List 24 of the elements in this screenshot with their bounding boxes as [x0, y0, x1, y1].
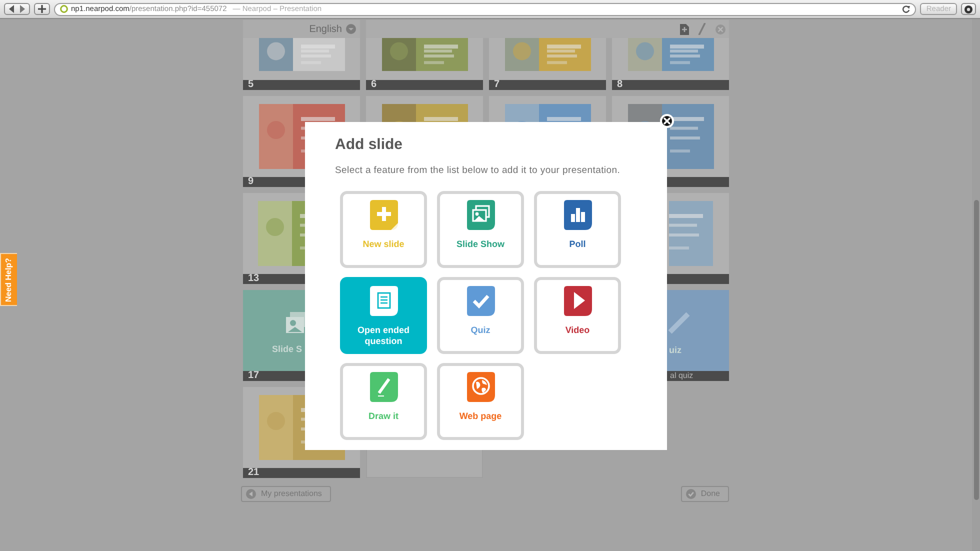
slide-number: 8 [617, 80, 623, 90]
feature-tile[interactable]: Poll [534, 191, 621, 268]
slide-number: 5 [248, 80, 254, 90]
slide-caption: al quiz [670, 371, 694, 381]
feature-tile[interactable]: Quiz [437, 277, 524, 354]
slide-number: 9 [248, 177, 254, 187]
dialog-instructions: Select a feature from the list below to add it to your presentation. [335, 164, 622, 178]
slide-number: 21 [248, 468, 260, 478]
language-selector[interactable]: English [243, 20, 360, 38]
feature-tile[interactable]: Slide Show [437, 191, 524, 268]
feature-tile[interactable]: New slide [340, 191, 427, 268]
slide-number: 17 [248, 371, 260, 381]
feature-tile[interactable]: Video [534, 277, 621, 354]
need-help-tab[interactable]: Need Help? [0, 253, 17, 306]
feature-tile[interactable]: Open ended question [340, 277, 427, 354]
feature-tile[interactable]: Draw it [340, 363, 427, 440]
slide-label: uiz [669, 344, 682, 357]
feature-tile[interactable]: Web page [437, 363, 524, 440]
dialog-title: Add slide [335, 136, 404, 154]
slide-number: 13 [248, 274, 260, 284]
language-label: English [309, 22, 342, 36]
slide-number: 6 [371, 80, 377, 90]
slide-number: 7 [494, 80, 500, 90]
slide-label: Slide S [272, 343, 302, 356]
